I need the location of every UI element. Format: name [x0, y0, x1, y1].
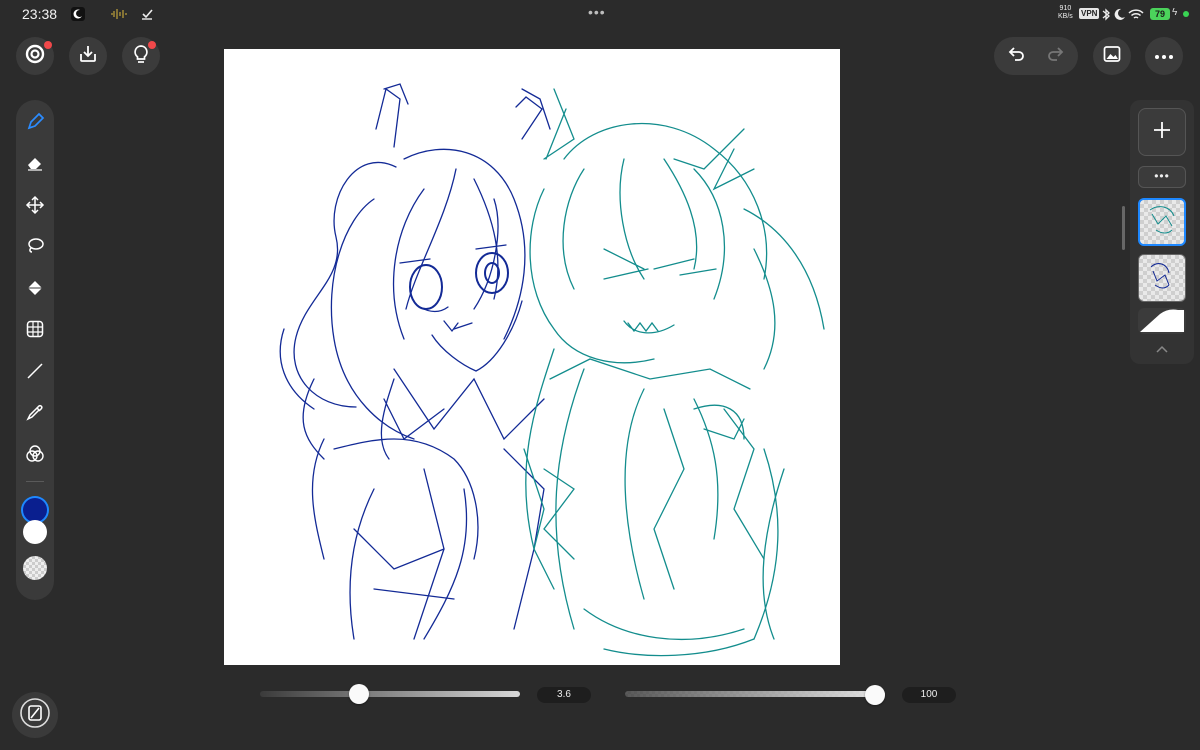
layers-panel: •••: [1130, 100, 1194, 364]
net-speed-unit: KB/s: [1058, 13, 1073, 20]
moon-app-icon: [71, 7, 85, 21]
more-icon: [1154, 47, 1174, 65]
lasso-tool[interactable]: [23, 236, 47, 260]
blend-icon: [25, 444, 45, 469]
add-layer-button[interactable]: [1138, 108, 1186, 156]
layer-options-button[interactable]: •••: [1138, 166, 1186, 188]
brush-size-value[interactable]: 3.6: [537, 687, 591, 703]
charging-icon: ϟ: [1172, 7, 1178, 18]
undo-redo-group: [994, 37, 1078, 75]
net-speed: 910 KB/s: [1058, 5, 1073, 21]
drawing-canvas[interactable]: [224, 49, 840, 665]
redo-button[interactable]: [1036, 37, 1074, 75]
transparent-color-swatch[interactable]: [23, 556, 47, 580]
line-icon: [25, 361, 45, 386]
more-options-button[interactable]: [1145, 37, 1183, 75]
undo-icon: [1007, 44, 1027, 69]
collapse-chevron-icon[interactable]: [1155, 341, 1169, 359]
battery-level: 79: [1150, 8, 1170, 20]
net-speed-value: 910: [1059, 5, 1072, 12]
notification-dot: [44, 41, 52, 49]
brush-opacity-value[interactable]: 100: [902, 687, 956, 703]
sketch-artwork: [279, 83, 825, 657]
eyedropper-icon: [25, 402, 45, 427]
status-time: 23:38: [22, 6, 58, 22]
layer-thumbnail-blue[interactable]: [1138, 254, 1186, 302]
gallery-icon: [1102, 44, 1122, 69]
tips-button[interactable]: [122, 37, 160, 75]
brush-opacity-slider[interactable]: [625, 691, 885, 697]
blue-character-sketch: [279, 83, 551, 640]
fill-tool[interactable]: [23, 278, 47, 302]
rotate-canvas-button[interactable]: [12, 692, 58, 738]
wifi-icon: [1128, 8, 1144, 21]
layer-preview: [1149, 206, 1175, 234]
layer-thumbnail-teal[interactable]: [1138, 198, 1186, 246]
privacy-dot: [1183, 11, 1189, 17]
brush-size-slider[interactable]: [260, 691, 520, 697]
primary-color-swatch[interactable]: [23, 498, 47, 522]
export-icon: [77, 43, 99, 70]
audio-wave-icon: [110, 7, 127, 21]
brush-size-thumb[interactable]: [348, 684, 369, 704]
status-menu-dots[interactable]: •••: [588, 4, 606, 20]
move-icon: [25, 195, 45, 220]
eyedropper-tool[interactable]: [23, 402, 47, 426]
fill-icon: [25, 278, 45, 303]
secondary-color-swatch[interactable]: [23, 520, 47, 544]
layers-scrollbar[interactable]: [1122, 206, 1125, 250]
plus-icon: [1151, 119, 1173, 146]
redo-icon: [1045, 44, 1065, 69]
blend-tool[interactable]: [23, 444, 47, 468]
pen-tool[interactable]: [23, 112, 47, 136]
notification-dot: [148, 41, 156, 49]
grid-tool[interactable]: [23, 319, 47, 343]
move-tool[interactable]: [23, 195, 47, 219]
background-preview: [1140, 309, 1184, 332]
toolbar-divider: [26, 481, 44, 482]
gallery-button[interactable]: [1093, 37, 1131, 75]
eraser-icon: [25, 153, 45, 178]
vpn-badge: VPN: [1079, 8, 1100, 19]
brand-icon: [24, 43, 46, 70]
status-bar: 23:38 ••• 910 KB/s VPN 79 ϟ: [0, 0, 1200, 28]
pen-icon: [25, 112, 45, 137]
line-tool[interactable]: [23, 361, 47, 385]
check-download-icon: [141, 7, 155, 21]
lasso-icon: [25, 236, 45, 261]
app-menu-button[interactable]: [16, 37, 54, 75]
tool-palette: [16, 100, 54, 600]
teal-character-sketch: [523, 88, 825, 657]
eraser-tool[interactable]: [23, 153, 47, 177]
rotate-canvas-icon: [18, 696, 52, 735]
background-layer[interactable]: [1138, 308, 1186, 334]
grid-icon: [25, 319, 45, 344]
export-button[interactable]: [69, 37, 107, 75]
moon-icon: [1113, 8, 1127, 21]
layer-preview: [1150, 263, 1170, 289]
undo-button[interactable]: [998, 37, 1036, 75]
brush-opacity-thumb[interactable]: [865, 685, 885, 705]
